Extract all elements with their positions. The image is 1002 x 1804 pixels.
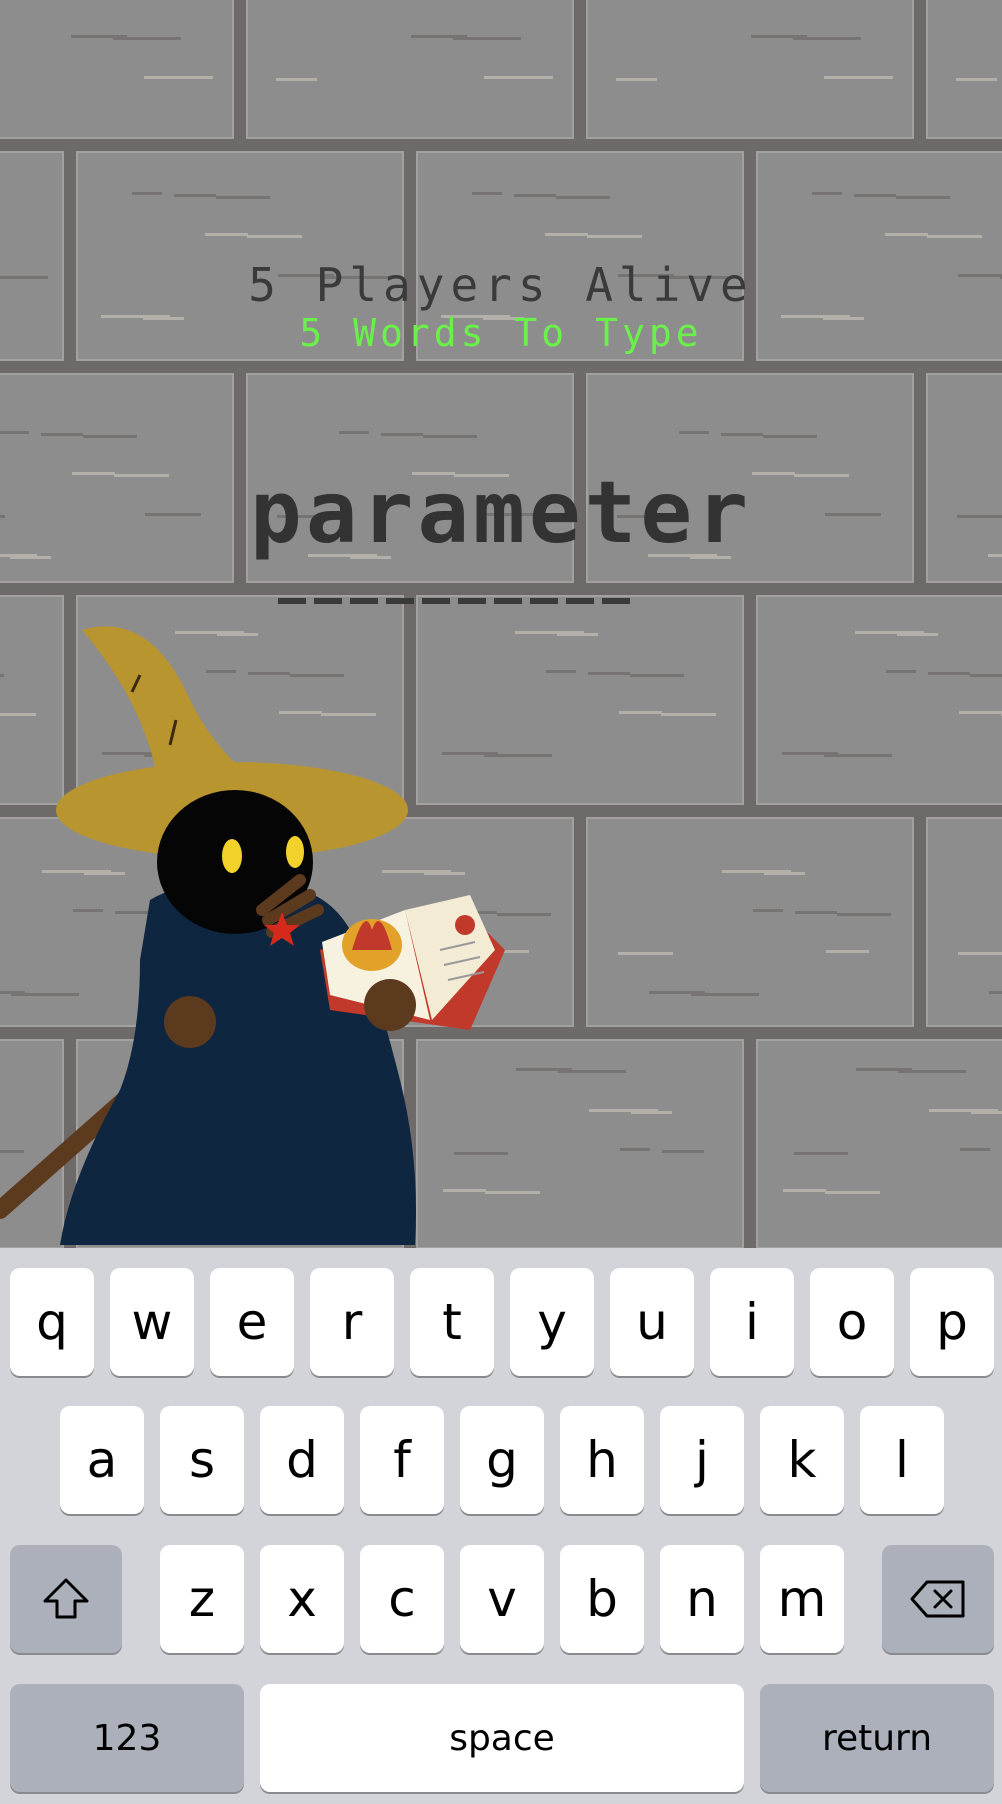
key-j[interactable]: j [660,1406,744,1514]
letter-slot [494,598,522,604]
words-to-type-counter: 5 Words To Type [299,311,703,355]
key-h[interactable]: h [560,1406,644,1514]
letter-slot [386,598,414,604]
key-p[interactable]: p [910,1268,994,1376]
numbers-key[interactable]: 123 [10,1684,244,1792]
staff-knot [164,996,216,1048]
return-key[interactable]: return [760,1684,994,1792]
key-w[interactable]: w [110,1268,194,1376]
key-d[interactable]: d [260,1406,344,1514]
target-word: parameter [250,463,752,563]
key-f[interactable]: f [360,1406,444,1514]
right-eye [286,836,304,868]
hat-cone [82,626,270,795]
key-s[interactable]: s [160,1406,244,1514]
letter-slot [422,598,450,604]
letter-slot [278,598,306,604]
key-r[interactable]: r [310,1268,394,1376]
key-b[interactable]: b [560,1545,644,1653]
key-l[interactable]: l [860,1406,944,1514]
typed-letter-slots [278,598,630,604]
key-z[interactable]: z [160,1545,244,1653]
letter-slot [530,598,558,604]
space-key[interactable]: space [260,1684,744,1792]
key-g[interactable]: g [460,1406,544,1514]
key-c[interactable]: c [360,1545,444,1653]
players-alive-counter: 5 Players Alive [248,258,754,312]
key-u[interactable]: u [610,1268,694,1376]
key-t[interactable]: t [410,1268,494,1376]
wizard-character [0,626,505,1245]
backspace-icon [910,1580,965,1618]
letter-slot [314,598,342,604]
key-n[interactable]: n [660,1545,744,1653]
delete-key[interactable] [882,1545,994,1653]
letter-slot [602,598,630,604]
key-v[interactable]: v [460,1545,544,1653]
key-o[interactable]: o [810,1268,894,1376]
key-q[interactable]: q [10,1268,94,1376]
key-x[interactable]: x [260,1545,344,1653]
letter-slot [458,598,486,604]
key-k[interactable]: k [760,1406,844,1514]
key-e[interactable]: e [210,1268,294,1376]
letter-slot [350,598,378,604]
shift-arrow-icon [43,1578,89,1619]
on-screen-keyboard: q w e r t y u i o p a s d f g h j k l z x c v b n m 123 space return [0,1248,1002,1804]
key-i[interactable]: i [710,1268,794,1376]
letter-slot [566,598,594,604]
left-eye [222,839,242,873]
game-area: 5 Players Alive 5 Words To Type paramete… [0,0,1002,1248]
shift-key[interactable] [10,1545,122,1653]
key-a[interactable]: a [60,1406,144,1514]
key-y[interactable]: y [510,1268,594,1376]
book-hand [364,979,416,1031]
key-m[interactable]: m [760,1545,844,1653]
